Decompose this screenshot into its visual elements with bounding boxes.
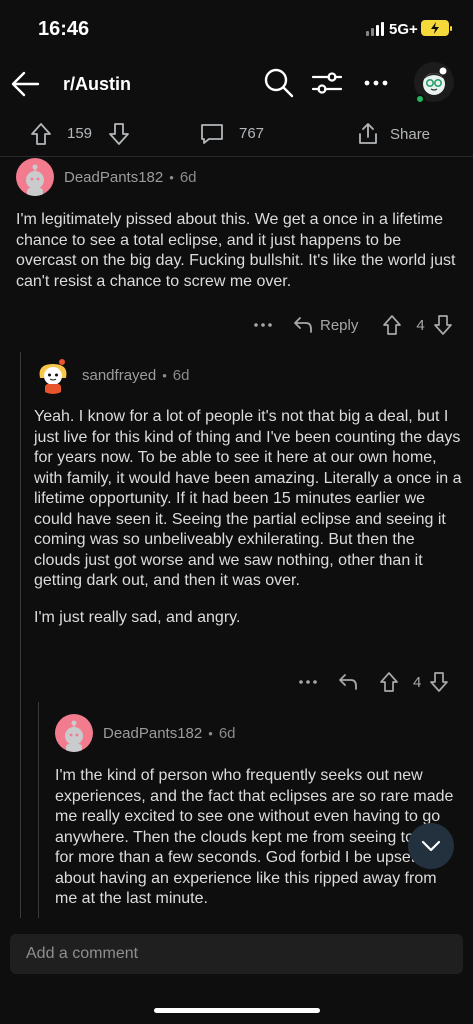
downvote-button[interactable] [108, 122, 130, 146]
thread-line [20, 352, 21, 918]
comment-age: 6d [218, 724, 236, 742]
comment-body: I'm legitimately pissed about this. We g… [16, 210, 461, 292]
network-label: 5G+ [389, 21, 418, 38]
snoo-avatar-icon [39, 359, 67, 394]
add-comment-input[interactable] [10, 934, 463, 974]
comment-paragraph: I'm just really sad, and angry. [34, 608, 241, 626]
separator-dot: • [162, 367, 167, 383]
reply-label: Reply [320, 316, 359, 334]
comment-header: DeadPants182 • 6d [55, 714, 455, 752]
divider [0, 156, 473, 157]
status-bar: 16:46 5G+ [0, 0, 473, 56]
chevron-down-icon [421, 840, 441, 852]
comments-button[interactable] [199, 122, 225, 146]
upvote-arrow-icon[interactable] [379, 671, 399, 693]
signal-icon [366, 22, 384, 36]
scroll-down-button[interactable] [408, 823, 454, 869]
add-comment-box[interactable] [10, 934, 463, 974]
comment-reply: sandfrayed • 6d Yeah. I know for a lot o… [34, 356, 462, 628]
separator-dot: • [169, 169, 174, 185]
back-arrow-icon [11, 71, 40, 97]
sort-filter-button[interactable] [310, 66, 344, 100]
sliders-icon [311, 72, 343, 94]
comment-body: Yeah. I know for a lot of people it's no… [34, 407, 462, 628]
search-button[interactable] [262, 66, 296, 100]
comment-actions: Reply 4 [252, 314, 453, 336]
back-button[interactable] [8, 64, 42, 104]
more-horizontal-icon[interactable] [252, 314, 274, 336]
comment-composer-bar [0, 918, 473, 1024]
snoo-avatar-icon [26, 164, 44, 196]
comment-age: 6d [179, 168, 197, 186]
comment-paragraph: Yeah. I know for a lot of people it's no… [34, 408, 462, 589]
snoo-avatar-icon [65, 720, 83, 752]
upvote-button[interactable] [30, 122, 52, 146]
upvote-arrow-icon [31, 123, 51, 145]
share-label: Share [390, 125, 431, 143]
separator-dot: • [208, 725, 213, 741]
subreddit-header: r/Austin [0, 56, 473, 112]
comment-body: I'm the kind of person who frequently se… [55, 766, 455, 910]
comment-age: 6d [172, 366, 190, 384]
thread-line [38, 702, 39, 918]
share-icon [359, 123, 377, 144]
more-horizontal-icon [364, 80, 388, 86]
downvote-arrow-icon[interactable] [429, 671, 449, 693]
comment-avatar[interactable] [34, 356, 72, 394]
battery-charging-icon [421, 20, 452, 36]
search-icon [264, 68, 294, 98]
downvote-arrow-icon [109, 123, 129, 145]
comment-avatar[interactable] [16, 158, 54, 196]
comment-top-level: DeadPants182 • 6d I'm legitimately pisse… [16, 158, 461, 292]
reply-arrow-icon[interactable] [337, 671, 359, 693]
online-status-dot [415, 94, 425, 104]
home-indicator[interactable] [154, 1008, 320, 1013]
comment-avatar[interactable] [55, 714, 93, 752]
post-score: 159 [67, 125, 93, 142]
share-button[interactable]: Share [356, 122, 430, 146]
comment-count: 767 [239, 125, 265, 142]
comment-header: DeadPants182 • 6d [16, 158, 461, 196]
comment-paragraph: I'm the kind of person who frequently se… [55, 767, 454, 907]
upvote-arrow-icon[interactable] [382, 314, 402, 336]
more-horizontal-icon[interactable] [297, 671, 319, 693]
comment-header: sandfrayed • 6d [34, 356, 462, 394]
comment-author[interactable]: sandfrayed [82, 367, 156, 384]
downvote-arrow-icon[interactable] [433, 314, 453, 336]
more-options-button[interactable] [360, 66, 394, 100]
status-time: 16:46 [38, 18, 90, 40]
comment-actions: 4 [297, 671, 449, 693]
comment-score: 4 [413, 673, 422, 691]
comment-author[interactable]: DeadPants182 [103, 725, 202, 742]
comment-author[interactable]: DeadPants182 [64, 169, 163, 186]
comment-nested-reply: DeadPants182 • 6d I'm the kind of person… [55, 714, 455, 918]
reply-button[interactable]: Reply [292, 314, 358, 336]
subreddit-title[interactable]: r/Austin [63, 74, 131, 95]
comment-score: 4 [416, 316, 425, 334]
reply-arrow-icon [294, 317, 312, 333]
post-action-bar: 159 767 Share [0, 116, 473, 154]
comment-bubble-icon [201, 124, 223, 144]
comment-paragraph: I'm legitimately pissed about this. We g… [16, 211, 456, 290]
